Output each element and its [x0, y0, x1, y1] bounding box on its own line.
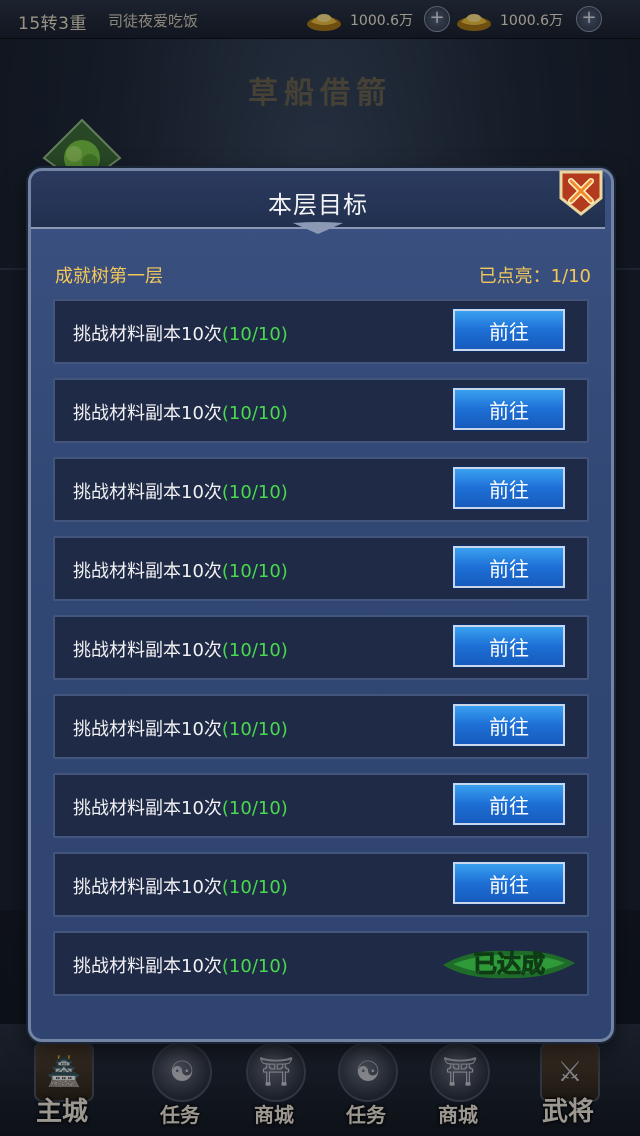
task-description: 挑战材料副本10次(10/10): [73, 478, 288, 504]
task-row: 挑战材料副本10次(10/10) 前往: [53, 694, 589, 759]
task-label: 挑战材料副本10次: [73, 956, 222, 977]
task-row: 挑战材料副本10次(10/10) 前往: [53, 299, 589, 364]
task-description: 挑战材料副本10次(10/10): [73, 399, 288, 425]
layer-goal-dialog: 本层目标 成就树第一层 已点亮：1/10 挑战材料副本10次(10/10) 前往挑…: [28, 168, 614, 1042]
go-button[interactable]: 前往: [452, 703, 566, 747]
task-progress: (10/10): [221, 403, 288, 424]
completed-label: 已达成: [473, 950, 545, 978]
completed-badge: 已达成: [443, 950, 575, 979]
close-button[interactable]: [558, 168, 604, 216]
task-progress: (10/10): [221, 640, 288, 661]
header-ornament-icon: [293, 222, 343, 234]
task-progress: (10/10): [221, 719, 288, 740]
layer-name: 成就树第一层: [55, 266, 163, 287]
task-row: 挑战材料副本10次(10/10) 前往: [53, 852, 589, 917]
dialog-title: 本层目标: [268, 191, 368, 219]
task-description: 挑战材料副本10次(10/10): [73, 320, 288, 346]
task-row: 挑战材料副本10次(10/10) 前往: [53, 773, 589, 838]
task-label: 挑战材料副本10次: [73, 640, 222, 661]
task-progress: (10/10): [221, 877, 288, 898]
go-button[interactable]: 前往: [452, 387, 566, 431]
task-label: 挑战材料副本10次: [73, 324, 222, 345]
task-progress: (10/10): [221, 798, 288, 819]
task-label: 挑战材料副本10次: [73, 482, 222, 503]
task-row: 挑战材料副本10次(10/10) 前往: [53, 378, 589, 443]
go-button[interactable]: 前往: [452, 308, 566, 352]
task-progress: (10/10): [221, 956, 288, 977]
go-button[interactable]: 前往: [452, 545, 566, 589]
task-label: 挑战材料副本10次: [73, 561, 222, 582]
go-button[interactable]: 前往: [452, 624, 566, 668]
task-progress: (10/10): [221, 324, 288, 345]
task-progress: (10/10): [221, 561, 288, 582]
task-progress: (10/10): [221, 482, 288, 503]
task-description: 挑战材料副本10次(10/10): [73, 873, 288, 899]
go-button[interactable]: 前往: [452, 861, 566, 905]
task-description: 挑战材料副本10次(10/10): [73, 636, 288, 662]
task-row: 挑战材料副本10次(10/10) 已达成: [53, 931, 589, 996]
go-button[interactable]: 前往: [452, 782, 566, 826]
go-button[interactable]: 前往: [452, 466, 566, 510]
task-label: 挑战材料副本10次: [73, 877, 222, 898]
task-description: 挑战材料副本10次(10/10): [73, 557, 288, 583]
task-label: 挑战材料副本10次: [73, 403, 222, 424]
task-row: 挑战材料副本10次(10/10) 前往: [53, 536, 589, 601]
task-row: 挑战材料副本10次(10/10) 前往: [53, 615, 589, 680]
task-label: 挑战材料副本10次: [73, 798, 222, 819]
task-label: 挑战材料副本10次: [73, 719, 222, 740]
task-row: 挑战材料副本10次(10/10) 前往: [53, 457, 589, 522]
task-description: 挑战材料副本10次(10/10): [73, 794, 288, 820]
task-list: 挑战材料副本10次(10/10) 前往 挑战材料副本10次(10/10) 前往 挑战材料…: [53, 299, 589, 1010]
task-description: 挑战材料副本10次(10/10): [73, 952, 288, 978]
lit-count: 已点亮：1/10: [478, 266, 591, 287]
task-description: 挑战材料副本10次(10/10): [73, 715, 288, 741]
